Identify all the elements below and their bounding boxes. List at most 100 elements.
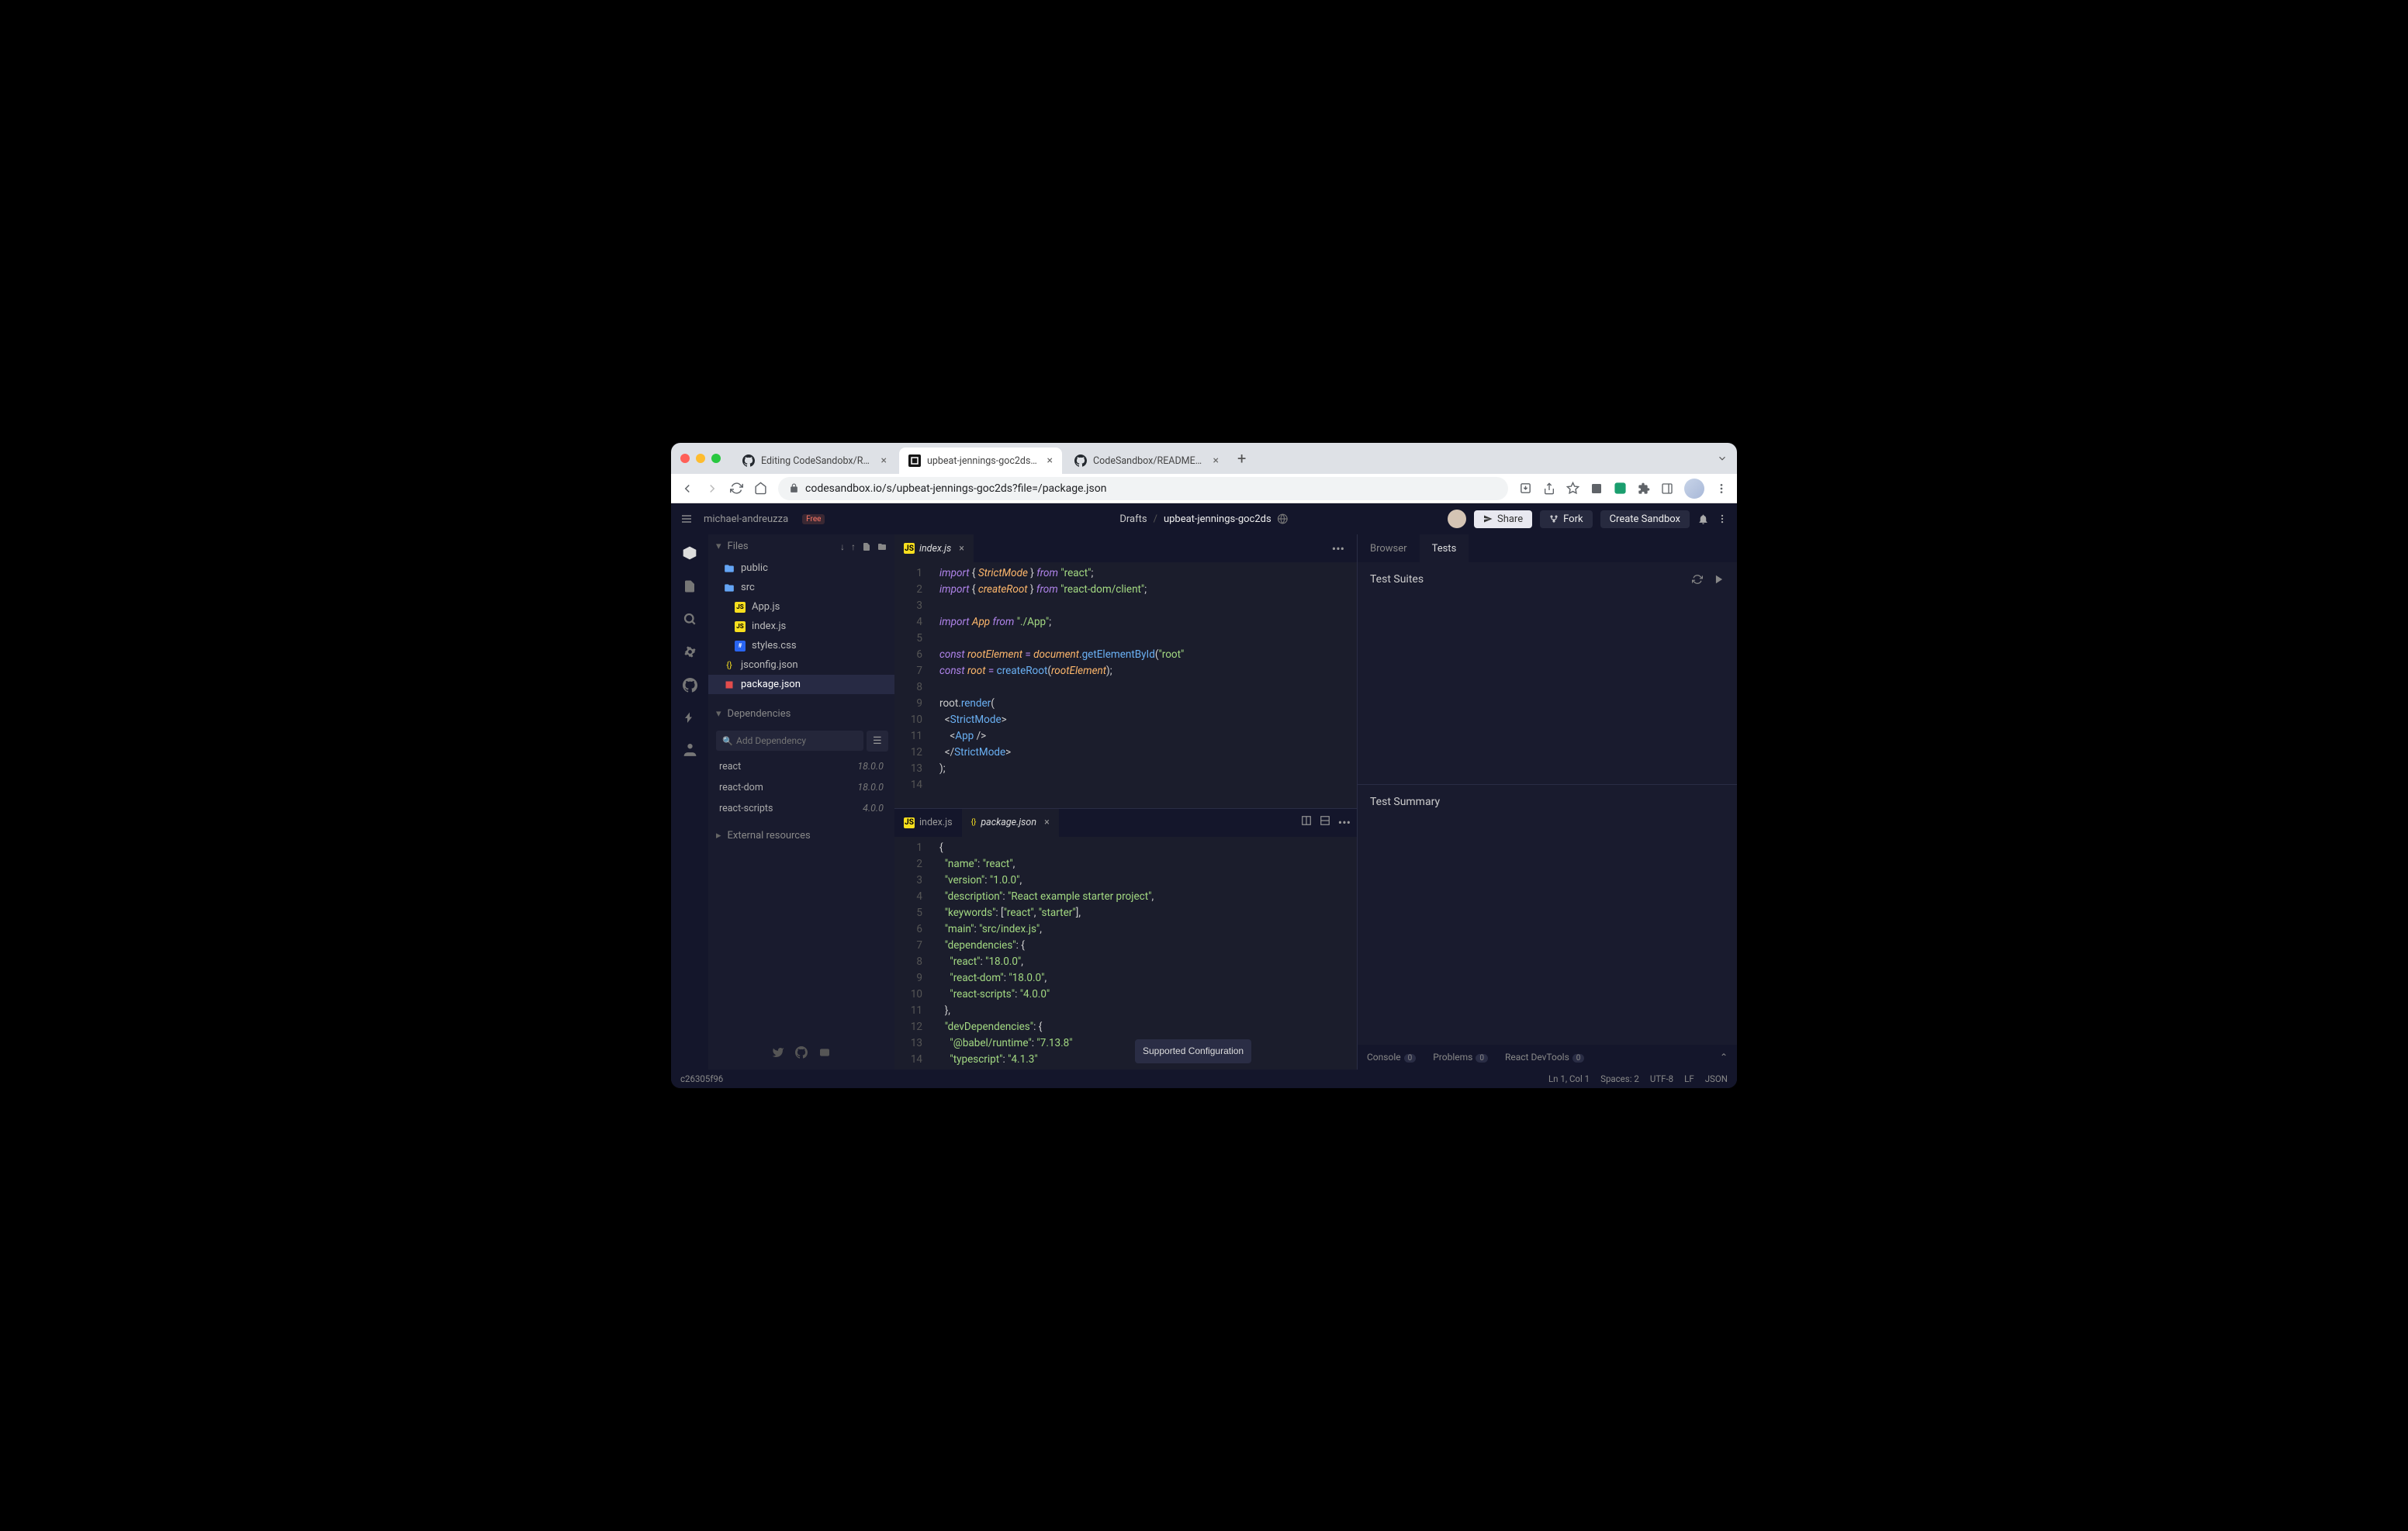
- explorer-icon[interactable]: [682, 545, 697, 561]
- new-file-icon[interactable]: [862, 542, 871, 551]
- encoding[interactable]: UTF-8: [1650, 1073, 1673, 1084]
- console-tab[interactable]: Console0: [1367, 1052, 1416, 1063]
- code-editor[interactable]: 1234567891011121314 { "name": "react", "…: [894, 837, 1357, 1070]
- extension-icon[interactable]: [1614, 482, 1627, 495]
- maximize-window-icon[interactable]: [711, 454, 721, 463]
- share-icon[interactable]: [1543, 482, 1555, 495]
- rocket-icon[interactable]: [683, 711, 697, 725]
- window-controls[interactable]: [680, 454, 721, 463]
- address-bar[interactable]: codesandbox.io/s/upbeat-jennings-goc2ds?…: [778, 477, 1508, 500]
- language-mode[interactable]: JSON: [1705, 1073, 1728, 1084]
- install-app-icon[interactable]: [1519, 482, 1532, 495]
- chrome-menu-icon[interactable]: [1715, 482, 1728, 495]
- play-icon[interactable]: [1714, 574, 1725, 585]
- close-tab-icon[interactable]: ×: [881, 454, 887, 467]
- refresh-icon[interactable]: [1692, 574, 1703, 585]
- file-name: src: [741, 582, 755, 593]
- new-tab-button[interactable]: +: [1231, 449, 1252, 468]
- username[interactable]: michael-andreuzza: [704, 513, 788, 525]
- create-sandbox-button[interactable]: Create Sandbox: [1600, 510, 1690, 528]
- breadcrumb-item[interactable]: upbeat-jennings-goc2ds: [1164, 513, 1271, 525]
- file-tree-item[interactable]: JSApp.js: [708, 597, 894, 617]
- chevron-down-icon[interactable]: ▾: [716, 541, 721, 552]
- split-right-icon[interactable]: [1301, 815, 1312, 830]
- bell-icon[interactable]: [1697, 513, 1709, 525]
- browser-tab[interactable]: CodeSandbox/README.md at ×: [1065, 448, 1228, 474]
- close-window-icon[interactable]: [680, 454, 690, 463]
- share-button[interactable]: Share: [1474, 510, 1532, 528]
- split-down-icon[interactable]: [1320, 815, 1330, 830]
- file-name: jsconfig.json: [741, 659, 798, 671]
- editor-tab[interactable]: JS index.js: [894, 809, 962, 837]
- live-icon[interactable]: [683, 744, 697, 759]
- twitter-icon[interactable]: [772, 1046, 784, 1059]
- dependency-row[interactable]: react18.0.0: [708, 756, 894, 777]
- tab-filename: index.js: [919, 817, 953, 828]
- bookmark-star-icon[interactable]: [1566, 482, 1579, 495]
- github-icon[interactable]: [795, 1046, 808, 1059]
- browser-tab-active[interactable]: upbeat-jennings-goc2ds - Co ×: [899, 448, 1062, 474]
- discord-icon[interactable]: [818, 1046, 831, 1059]
- plan-badge: Free: [802, 514, 825, 524]
- js-file-icon: JS: [735, 602, 746, 613]
- more-menu-icon[interactable]: [1717, 513, 1728, 524]
- extensions-puzzle-icon[interactable]: [1638, 482, 1650, 495]
- settings-gear-icon[interactable]: [683, 645, 697, 659]
- close-tab-icon[interactable]: ×: [1213, 454, 1219, 467]
- menu-icon[interactable]: [680, 513, 693, 525]
- folder-icon: [724, 563, 735, 574]
- new-folder-icon[interactable]: [877, 542, 887, 551]
- editor-tab[interactable]: JS index.js ×: [894, 534, 974, 562]
- file-tree-item[interactable]: JSindex.js: [708, 617, 894, 636]
- dep-name: react: [719, 761, 741, 772]
- indent-setting[interactable]: Spaces: 2: [1600, 1073, 1639, 1084]
- user-avatar[interactable]: [1448, 510, 1466, 528]
- cursor-position[interactable]: Ln 1, Col 1: [1548, 1073, 1590, 1084]
- chevron-down-icon[interactable]: ▾: [716, 708, 721, 720]
- close-tab-icon[interactable]: ×: [959, 543, 964, 555]
- problems-tab[interactable]: Problems0: [1433, 1052, 1488, 1063]
- tab-tests[interactable]: Tests: [1420, 534, 1469, 562]
- devtools-tab[interactable]: React DevTools0: [1505, 1052, 1584, 1063]
- back-button[interactable]: [680, 482, 694, 496]
- file-tree-item[interactable]: package.json: [708, 675, 894, 694]
- chevron-up-icon[interactable]: ⌃: [1720, 1052, 1728, 1063]
- reload-button[interactable]: [730, 482, 743, 495]
- extension-icon[interactable]: [1590, 482, 1603, 495]
- file-icon[interactable]: [683, 579, 697, 593]
- home-button[interactable]: [754, 482, 767, 495]
- chevron-right-icon[interactable]: ▸: [716, 830, 721, 842]
- tab-browser[interactable]: Browser: [1358, 534, 1420, 562]
- commit-hash[interactable]: c26305f96: [680, 1073, 723, 1084]
- file-tree-item[interactable]: src: [708, 578, 894, 597]
- upload-icon[interactable]: ↑: [851, 541, 856, 552]
- editor-tab-active[interactable]: {} package.json ×: [962, 809, 1059, 837]
- close-tab-icon[interactable]: ×: [1044, 817, 1050, 828]
- search-icon[interactable]: [683, 612, 697, 626]
- minimize-window-icon[interactable]: [696, 454, 705, 463]
- sidepanel-icon[interactable]: [1661, 482, 1673, 495]
- download-icon[interactable]: ↓: [840, 541, 845, 552]
- dependency-row[interactable]: react-dom18.0.0: [708, 777, 894, 798]
- breadcrumb-item[interactable]: Drafts: [1119, 513, 1147, 525]
- file-tree-item[interactable]: #styles.css: [708, 636, 894, 655]
- add-dependency-input[interactable]: [716, 731, 863, 751]
- dependency-menu-icon[interactable]: ☰: [867, 731, 888, 752]
- forward-button[interactable]: [705, 482, 719, 496]
- editor-more-icon[interactable]: •••: [1338, 815, 1351, 830]
- tab-overflow-icon[interactable]: [1717, 453, 1728, 464]
- profile-avatar[interactable]: [1684, 479, 1704, 499]
- dep-version: 4.0.0: [863, 803, 884, 814]
- test-summary-heading: Test Summary: [1370, 796, 1440, 808]
- close-tab-icon[interactable]: ×: [1047, 454, 1053, 467]
- dependency-row[interactable]: react-scripts4.0.0: [708, 798, 894, 819]
- github-icon[interactable]: [683, 678, 697, 693]
- search-icon: 🔍: [722, 736, 733, 746]
- code-editor[interactable]: 1234567891011121314 import { StrictMode …: [894, 562, 1357, 808]
- file-tree-item[interactable]: public: [708, 558, 894, 578]
- eol[interactable]: LF: [1684, 1073, 1694, 1084]
- file-tree-item[interactable]: {}jsconfig.json: [708, 655, 894, 675]
- editor-more-icon[interactable]: •••: [1326, 541, 1351, 556]
- browser-tab[interactable]: Editing CodeSandobx/README ×: [733, 448, 896, 474]
- fork-button[interactable]: Fork: [1540, 510, 1592, 528]
